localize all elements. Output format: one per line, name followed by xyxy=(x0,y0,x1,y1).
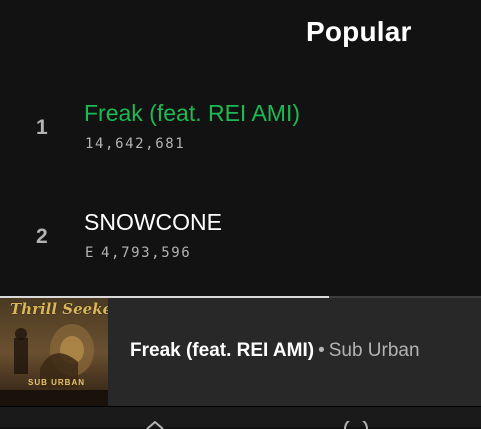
bottom-navigation xyxy=(0,406,481,429)
track-play-count-row: 14,642,681 xyxy=(85,136,185,152)
album-cover: Thrill Seeker SUB URBAN xyxy=(0,298,108,406)
now-playing-title: Freak (feat. REI AMI) xyxy=(130,340,315,361)
album-cover-title: Thrill Seeker xyxy=(10,300,108,318)
now-playing-artist: Sub Urban xyxy=(328,340,420,361)
now-playing-info[interactable]: Freak (feat. REI AMI) • Sub Urban xyxy=(130,340,420,362)
now-playing-separator: • xyxy=(318,340,325,361)
track-row[interactable]: 1 Freak (feat. REI AMI) 14,642,681 xyxy=(0,96,481,176)
track-title: Freak (feat. REI AMI) xyxy=(84,100,300,126)
track-index: 1 xyxy=(36,116,48,139)
explicit-badge: E xyxy=(85,245,96,261)
artist-page: Popular 1 Freak (feat. REI AMI) 14,642,6… xyxy=(0,0,481,429)
track-index: 2 xyxy=(36,225,48,248)
track-play-count-row: E 4,793,596 xyxy=(85,245,191,261)
album-cover-artist: SUB URBAN xyxy=(28,378,85,387)
track-play-count: 4,793,596 xyxy=(101,245,192,261)
now-playing-bar[interactable]: Thrill Seeker SUB URBAN Freak (feat. REI… xyxy=(0,296,481,406)
track-play-count: 14,642,681 xyxy=(85,136,186,152)
track-title: SNOWCONE xyxy=(84,209,222,235)
search-icon[interactable] xyxy=(343,421,369,429)
home-icon[interactable] xyxy=(144,421,166,429)
track-row[interactable]: 2 SNOWCONE E 4,793,596 xyxy=(0,205,481,285)
section-heading-popular: Popular xyxy=(306,16,412,47)
